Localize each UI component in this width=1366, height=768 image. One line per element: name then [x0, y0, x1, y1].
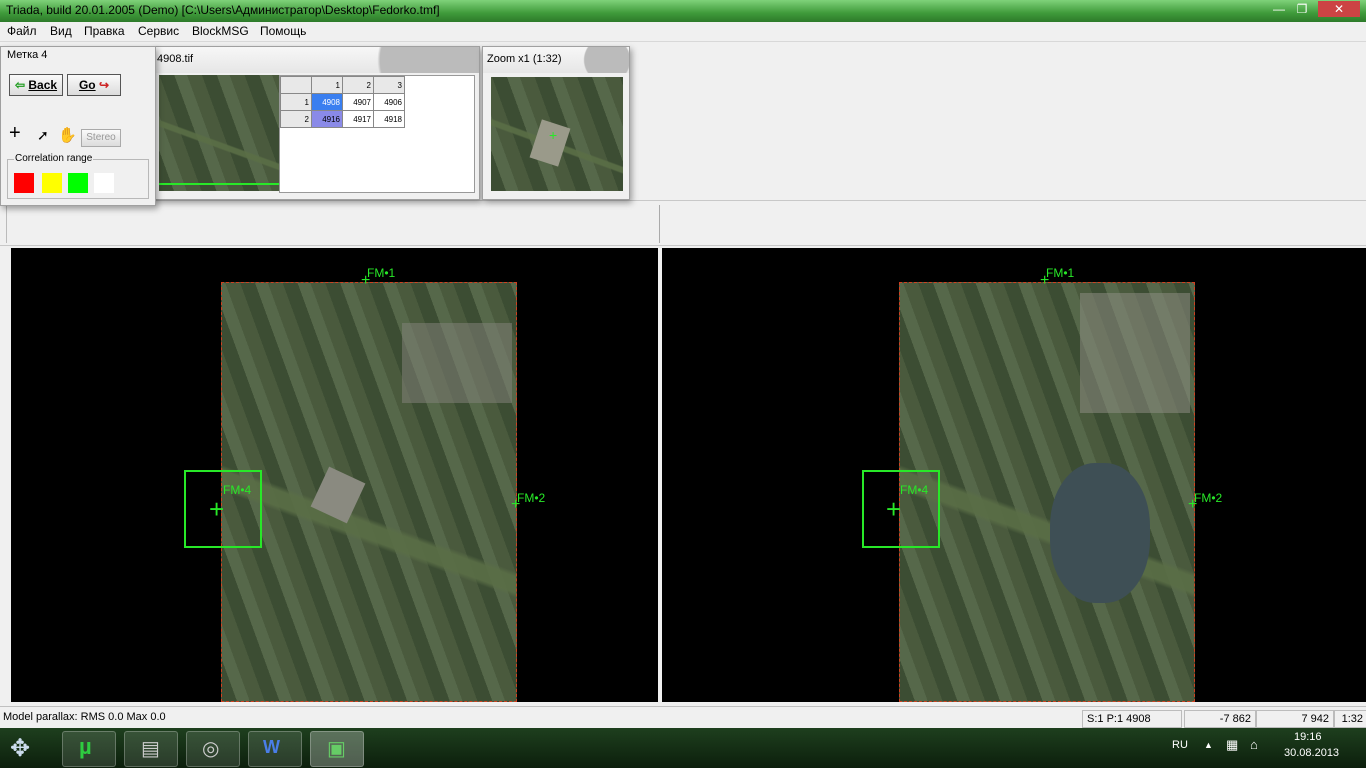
grid-col-header: 2 [342, 76, 374, 94]
clock-date[interactable]: 30.08.2013 [1284, 747, 1339, 759]
mark-panel: Метка 4 ⇦ Back Go ↪ + ➚ ✋ Stereo Correla… [0, 46, 156, 206]
left-image-frame [221, 282, 517, 702]
left-fm1-label: FM•1 [367, 266, 396, 280]
grid-cell-active[interactable]: 4908 [311, 93, 343, 111]
right-fm4-label: FM•4 [900, 483, 929, 497]
zoom-panel: Zoom x1 (1:32) + [482, 46, 630, 200]
grid-cell[interactable]: 4918 [373, 110, 405, 128]
swatch-yellow[interactable] [42, 173, 62, 193]
window-title: Triada, build 20.01.2005 (Demo) [C:\User… [6, 3, 440, 17]
stereo-button[interactable]: Stereo [81, 129, 121, 147]
pointer-icon[interactable]: ➚ [37, 127, 49, 144]
menu-bar: Файл Вид Правка Сервис BlockMSG Помощь [0, 22, 1366, 42]
menu-view[interactable]: Вид [50, 24, 72, 38]
grid-col-header: 1 [311, 76, 343, 94]
tray-device-icon[interactable]: ▦ [1226, 737, 1238, 753]
minimize-button[interactable]: — [1268, 1, 1290, 17]
right-image-view[interactable]: FM•1 + FM•2 + FM•4 + [662, 248, 1366, 702]
grid-cell[interactable]: 4917 [342, 110, 374, 128]
left-fm2-crosshair-icon: + [511, 496, 521, 513]
grid-col-header: 3 [373, 76, 405, 94]
right-fm1-crosshair-icon: + [1040, 272, 1050, 289]
view-header-strip [0, 200, 1366, 246]
right-fm4-crosshair-icon: + [886, 494, 902, 524]
status-bar: Model parallax: RMS 0.0 Max 0.0 S:1 P:1 … [0, 706, 1366, 729]
status-x: -7 862 [1184, 710, 1256, 728]
overview-frame-line [159, 183, 279, 185]
left-bright-field [310, 466, 366, 524]
right-fm2-label: FM•2 [1194, 491, 1223, 505]
left-settlement [402, 323, 512, 403]
back-button-label: Back [28, 78, 58, 92]
taskbar-briefcase-icon[interactable]: ▤ [124, 731, 178, 767]
swatch-red[interactable] [14, 173, 34, 193]
menu-help[interactable]: Помощь [260, 24, 306, 38]
zoom-panel-title: Zoom x1 (1:32) [487, 53, 562, 65]
right-lake [1050, 463, 1150, 603]
right-settlement [1080, 293, 1190, 413]
add-point-icon[interactable]: + [9, 123, 21, 143]
correlation-range-label: Correlation range [14, 153, 94, 164]
swatch-white[interactable] [94, 173, 114, 193]
menu-service[interactable]: Сервис [138, 24, 179, 38]
image-grid: 1 2 3 1 4908 4907 4906 2 4916 4917 4918 [279, 75, 475, 193]
zoom-crosshair-icon: + [549, 127, 558, 143]
language-indicator[interactable]: RU [1172, 739, 1188, 751]
taskbar-film-icon[interactable]: ◎ [186, 731, 240, 767]
image-grid-table: 1 2 3 1 4908 4907 4906 2 4916 4917 4918 [280, 76, 405, 128]
zoom-panel-header[interactable]: Zoom x1 (1:32) [483, 47, 629, 73]
grid-corner [280, 76, 312, 94]
grid-cell-selected[interactable]: 4916 [311, 110, 343, 128]
right-fm1-label: FM•1 [1046, 266, 1075, 280]
left-fm2-label: FM•2 [517, 491, 546, 505]
grid-row-header: 1 [280, 93, 312, 111]
menu-blockmsg[interactable]: BlockMSG [192, 24, 249, 38]
left-image-view[interactable]: FM•1 + FM•2 + FM•4 + [11, 248, 658, 702]
back-button[interactable]: ⇦ Back [9, 74, 63, 96]
tray-network-icon[interactable]: ⌂ [1250, 737, 1258, 752]
menu-edit[interactable]: Правка [84, 24, 125, 38]
grid-cell[interactable]: 4906 [373, 93, 405, 111]
taskbar: ✥ µ ▤ ◎ W ▣ RU ▲ ▦ ⌂ 19:16 30.08.2013 [0, 728, 1366, 768]
view-header-left-edge [6, 205, 7, 243]
correlation-range-group: Correlation range [7, 153, 149, 199]
status-scale: 1:32 [1334, 710, 1366, 728]
overview-thumbnail[interactable] [159, 75, 279, 191]
zoom-image[interactable]: + [491, 77, 623, 191]
status-message: Model parallax: RMS 0.0 Max 0.0 [3, 711, 166, 723]
view-header-divider [659, 205, 660, 243]
taskbar-utorrent-icon[interactable]: µ [62, 731, 116, 767]
taskbar-word-icon[interactable]: W [248, 731, 302, 767]
right-image-frame [899, 282, 1195, 702]
left-fm1-crosshair-icon: + [361, 272, 371, 289]
overview-panel-header[interactable]: 4908.tif [153, 47, 479, 73]
status-strip-photo: S:1 P:1 4908 [1082, 710, 1182, 728]
taskbar-triada-icon[interactable]: ▣ [310, 731, 364, 767]
left-fm4-crosshair-icon: + [209, 494, 225, 524]
start-button-icon[interactable]: ✥ [10, 734, 30, 763]
menu-file[interactable]: Файл [7, 24, 37, 38]
restore-button[interactable]: ❐ [1291, 1, 1313, 17]
clock-time[interactable]: 19:16 [1294, 731, 1322, 743]
go-button-label: Go [78, 78, 96, 92]
back-arrow-icon: ⇦ [14, 78, 26, 92]
mark-panel-title: Метка 4 [7, 49, 48, 61]
overview-panel: 4908.tif 1 2 3 1 4908 4907 4906 2 4916 4… [152, 46, 480, 200]
title-bar: Triada, build 20.01.2005 (Demo) [C:\User… [0, 0, 1366, 22]
left-fm4-label: FM•4 [223, 483, 252, 497]
grid-cell[interactable]: 4907 [342, 93, 374, 111]
swatch-green[interactable] [68, 173, 88, 193]
tray-expand-icon[interactable]: ▲ [1204, 740, 1213, 750]
go-button[interactable]: Go ↪ [67, 74, 121, 96]
hand-pan-icon[interactable]: ✋ [58, 126, 77, 144]
grid-row-header: 2 [280, 110, 312, 128]
status-y: 7 942 [1256, 710, 1334, 728]
close-button[interactable]: ✕ [1318, 1, 1360, 17]
right-fm2-crosshair-icon: + [1188, 496, 1198, 513]
overview-panel-title: 4908.tif [157, 53, 194, 65]
go-arrow-icon: ↪ [98, 78, 110, 92]
